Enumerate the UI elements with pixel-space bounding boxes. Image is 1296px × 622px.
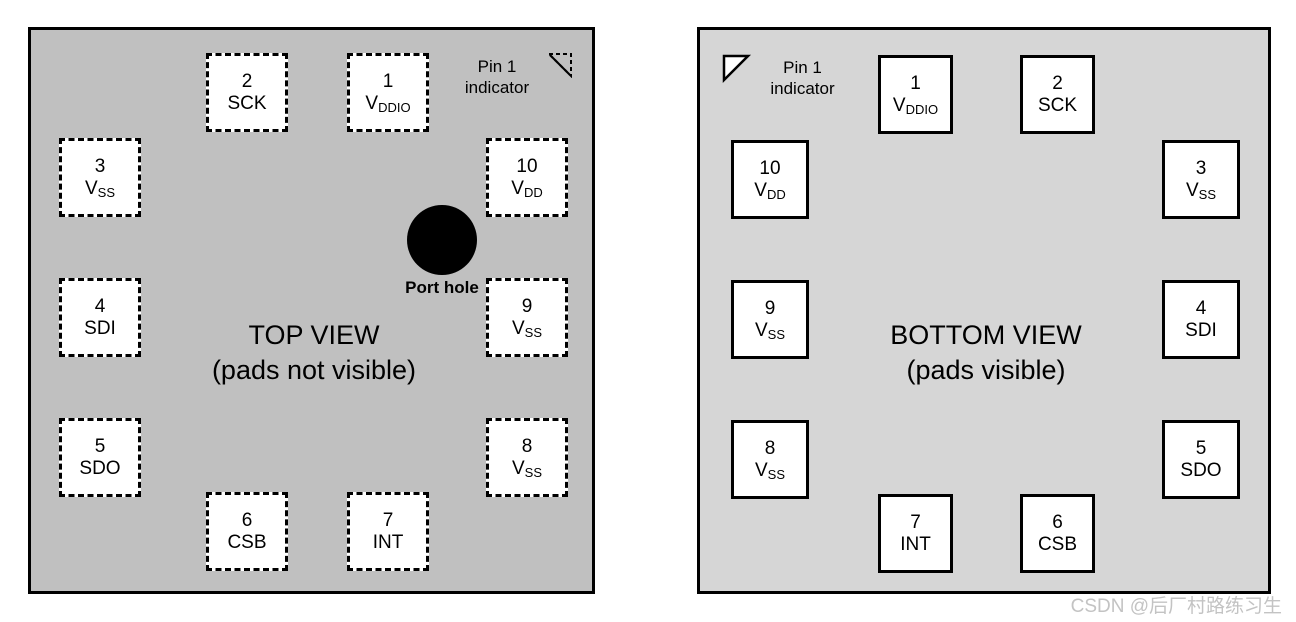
pin-number: 8 [764,438,776,460]
pin-number: 5 [1195,438,1207,460]
pin-number: 2 [241,71,253,93]
pin-label: VSS [84,177,116,200]
watermark: CSDN @后厂村路练习生 [1070,596,1282,617]
top-view-title-line2: (pads not visible) [211,354,417,385]
bottom-view-pin-5: 5 SDO [1162,420,1240,499]
bottom-view-pin-10: 10 VDD [731,140,809,219]
bottom-view-pin-6: 6 CSB [1020,494,1095,573]
pin-number: 1 [382,71,394,93]
top-view-pin1-indicator-line1: Pin 1 [477,57,517,76]
pin-label: VSS [511,457,543,480]
top-view-pin-5: 5 SDO [59,418,141,497]
pin-label: CSB [227,531,267,553]
top-view-pin-8: 8 VSS [486,418,568,497]
pin-number: 2 [1052,73,1063,95]
pin-label: VDDIO [365,92,411,115]
pin-number: 6 [1052,512,1063,534]
pin-label: SCK [227,92,267,114]
top-view-pin1-indicator-line2: indicator [464,78,530,98]
top-view-pin-7: 7 INT [347,492,429,571]
top-view-pin-6: 6 CSB [206,492,288,571]
pin-label: VSS [754,459,786,482]
bottom-view-panel: Pin 1 indicator 1 VDDIO 2 SCK 10 VDD 9 V… [697,27,1271,594]
pin-number: 5 [94,436,106,458]
pin-number: 8 [521,436,533,458]
pin-label: SDO [79,457,121,479]
port-hole [407,205,477,275]
bottom-view-title-line2: (pads visible) [906,354,1066,385]
top-view-title: TOP VIEW (pads not visible) [94,318,534,387]
pin-number: 10 [516,156,538,178]
bottom-view-pin1-indicator-line1: Pin 1 [783,58,822,77]
bottom-view-pin-1: 1 VDDIO [878,55,953,134]
pin-number: 10 [759,158,781,180]
pin-label: VDD [511,177,543,200]
pin-label: VDD [754,179,786,202]
pin1-dashed-corner-triangle-icon [547,53,572,78]
bottom-view-pin1-indicator-line2: indicator [770,79,835,99]
top-view-pin-3: 3 VSS [59,138,141,217]
pin-label: SCK [1037,94,1078,116]
bottom-view-title-line1: BOTTOM VIEW [890,320,1082,350]
bottom-view-pin-3: 3 VSS [1162,140,1240,219]
bottom-view-pin-2: 2 SCK [1020,55,1095,134]
port-hole-label: Port hole [405,278,479,297]
pin-number: 9 [764,298,776,320]
pin-label: CSB [1037,533,1078,555]
top-view-title-line1: TOP VIEW [248,320,380,350]
bottom-view-title: BOTTOM VIEW (pads visible) [766,318,1206,387]
pin-number: 6 [241,510,253,532]
top-view-pin-2: 2 SCK [206,53,288,132]
pin-number: 3 [94,156,106,178]
top-view-pin-10: 10 VDD [486,138,568,217]
pin-number: 9 [521,296,533,318]
pin-number: 4 [94,296,106,318]
top-view-panel: Pin 1 indicator 2 SCK 1 VDDIO 3 VSS 4 SD… [28,27,595,594]
pin-number: 7 [382,510,394,532]
pin-label: VSS [1185,179,1217,202]
top-view-pin-1: 1 VDDIO [347,53,429,132]
pin-label: SDO [1180,459,1222,481]
pin-number: 3 [1195,158,1207,180]
pin-label: INT [900,533,931,555]
pin-number: 1 [910,73,921,95]
bottom-view-pin-7: 7 INT [878,494,953,573]
bottom-view-pin-8: 8 VSS [731,420,809,499]
pin-number: 7 [910,512,921,534]
pin-label: VDDIO [892,94,939,117]
pin-label: INT [372,531,404,553]
pin-number: 4 [1195,298,1207,320]
